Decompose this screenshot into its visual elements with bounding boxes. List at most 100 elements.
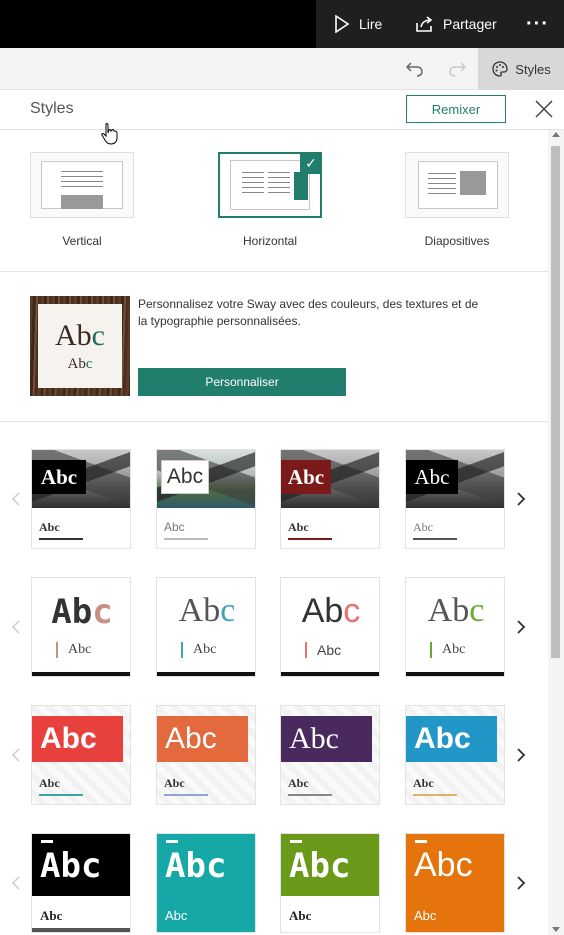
theme-tile[interactable]: Abc Abc xyxy=(280,705,380,805)
layout-slides-label: Diapositives xyxy=(424,234,490,248)
theme-tile[interactable]: Abc Abc xyxy=(31,577,131,677)
theme-tile[interactable]: Abc Abc xyxy=(405,577,505,677)
chevron-right-icon[interactable] xyxy=(515,491,527,507)
layout-horizontal-label: Horizontal xyxy=(242,234,298,248)
chevron-right-icon[interactable] xyxy=(515,875,527,891)
theme-tile[interactable]: Abc Abc xyxy=(31,449,131,549)
theme-heading-accent: c xyxy=(92,592,113,632)
share-button[interactable]: Partager xyxy=(414,0,497,48)
theme-row-2: Abc Abc Abc Abc Abc Abc Abc Abc xyxy=(0,577,548,677)
theme-subtext: Abc xyxy=(39,776,60,790)
layout-slides[interactable]: Diapositives xyxy=(405,152,509,248)
theme-subtext: Abc xyxy=(165,908,188,923)
chevron-left-icon[interactable] xyxy=(11,747,21,763)
custom-style-preview[interactable]: Abc Abc xyxy=(30,296,130,396)
scroll-up-icon[interactable] xyxy=(552,132,560,137)
read-button[interactable]: Lire xyxy=(334,0,382,48)
panel-title: Styles xyxy=(30,100,74,117)
theme-subtext: Abc xyxy=(289,908,312,923)
hand-cursor-icon xyxy=(101,123,118,145)
theme-tile[interactable]: Abc Abc xyxy=(31,705,131,805)
scrollbar[interactable] xyxy=(548,130,564,935)
theme-heading: Abc xyxy=(32,834,130,896)
theme-tile[interactable]: Abc Abc xyxy=(156,577,256,677)
theme-subtext: Abc xyxy=(442,642,466,657)
scroll-thumb[interactable] xyxy=(551,146,560,658)
toolbar: Styles xyxy=(0,48,564,90)
layout-vertical-label: Vertical xyxy=(62,234,102,248)
styles-panel-header: Styles Remixer xyxy=(0,90,564,130)
customize-description: Personnalisez votre Sway avec des couleu… xyxy=(138,297,479,328)
redo-icon[interactable] xyxy=(446,58,468,80)
theme-tile[interactable]: Abc Abc xyxy=(280,449,380,549)
theme-heading: Ab xyxy=(301,592,344,630)
theme-heading: Ab xyxy=(427,592,470,629)
theme-subtext: Abc xyxy=(164,776,185,790)
theme-tile[interactable]: Abc Abc xyxy=(156,705,256,805)
customize-button[interactable]: Personnaliser xyxy=(138,368,346,396)
theme-tile[interactable]: Abc Abc xyxy=(405,833,505,933)
theme-subtext: Abc xyxy=(317,642,342,658)
undo-icon[interactable] xyxy=(404,58,426,80)
theme-row-3: Abc Abc Abc Abc Abc Abc Abc Abc xyxy=(0,705,548,805)
theme-subtext: Abc xyxy=(288,520,309,534)
remix-button[interactable]: Remixer xyxy=(406,95,506,123)
theme-tile[interactable]: Abc Abc xyxy=(156,833,256,933)
theme-row-1: Abc Abc Abc Abc Abc Abc Abc Abc xyxy=(0,449,548,549)
theme-heading: Ab xyxy=(178,592,221,629)
layout-vertical-thumbnail xyxy=(30,152,134,218)
theme-subtext: Abc xyxy=(164,520,185,534)
more-options-button[interactable]: ··· xyxy=(526,0,549,48)
layout-vertical[interactable]: Vertical xyxy=(30,152,134,248)
chevron-right-icon[interactable] xyxy=(515,619,527,635)
theme-row-4: Abc Abc Abc Abc Abc Abc Abc Abc xyxy=(0,833,548,933)
theme-heading: Abc xyxy=(32,716,123,762)
layout-horizontal-thumbnail: ✓ xyxy=(218,152,322,218)
theme-subtext: Abc xyxy=(414,908,437,923)
theme-tile[interactable]: Abc Abc xyxy=(405,449,505,549)
preview-subtext: Ab xyxy=(67,356,86,372)
theme-heading: Abc xyxy=(161,460,209,494)
chevron-left-icon[interactable] xyxy=(11,619,21,635)
theme-heading: Abc xyxy=(406,716,497,762)
theme-heading: Abc xyxy=(157,716,248,762)
theme-subtext: Abc xyxy=(40,908,63,923)
theme-heading: Abc xyxy=(281,716,372,762)
layout-slides-thumbnail xyxy=(405,152,509,218)
scroll-down-icon[interactable] xyxy=(552,927,560,932)
chevron-right-icon[interactable] xyxy=(515,747,527,763)
theme-tile[interactable]: Abc Abc xyxy=(156,449,256,549)
theme-subtext: Abc xyxy=(288,776,309,790)
theme-heading: Abc xyxy=(32,460,86,494)
top-bar: Lire Partager ··· xyxy=(0,0,564,48)
theme-tile[interactable]: Abc Abc xyxy=(280,577,380,677)
styles-tab[interactable]: Styles xyxy=(478,48,564,90)
theme-heading: Abc xyxy=(406,460,458,494)
theme-heading: Ab xyxy=(51,592,93,632)
preview-subtext-accent: c xyxy=(85,356,93,372)
play-icon xyxy=(335,15,350,33)
layout-horizontal[interactable]: ✓ Horizontal xyxy=(218,152,322,248)
theme-subtext: Abc xyxy=(413,776,434,790)
read-label: Lire xyxy=(359,16,383,32)
theme-subtext: Abc xyxy=(39,520,60,534)
preview-heading-accent: c xyxy=(91,319,105,352)
share-icon xyxy=(416,16,433,32)
customize-section: Abc Abc Personnalisez votre Sway avec de… xyxy=(0,272,548,422)
theme-tile[interactable]: Abc Abc xyxy=(31,833,131,933)
palette-icon xyxy=(492,61,508,77)
chevron-left-icon[interactable] xyxy=(11,491,21,507)
theme-tile[interactable]: Abc Abc xyxy=(280,833,380,933)
chevron-left-icon[interactable] xyxy=(11,875,21,891)
custom-style-card: Abc Abc xyxy=(38,304,122,388)
styles-tab-label: Styles xyxy=(515,61,551,77)
close-icon[interactable] xyxy=(533,98,555,120)
theme-heading-accent: c xyxy=(469,592,485,629)
theme-tile[interactable]: Abc Abc xyxy=(405,705,505,805)
theme-heading-accent: c xyxy=(343,592,361,630)
theme-heading: Abc xyxy=(281,460,331,494)
layout-options: Vertical ✓ Horizontal Diapositives xyxy=(0,130,548,272)
preview-heading: Ab xyxy=(55,319,92,352)
share-label: Partager xyxy=(443,16,497,32)
theme-subtext: Abc xyxy=(68,642,92,657)
